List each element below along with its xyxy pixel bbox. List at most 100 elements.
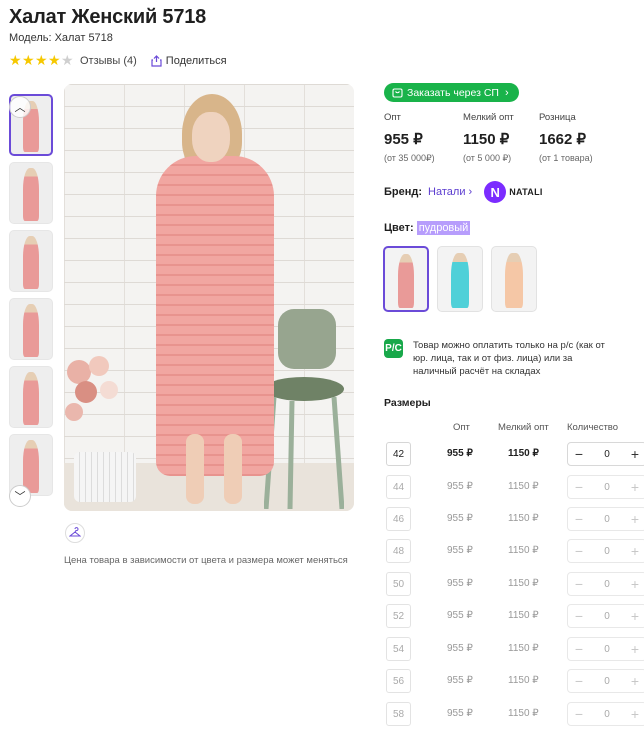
quantity-stepper[interactable]: −0 + <box>567 539 644 563</box>
plus-icon[interactable]: + <box>624 576 644 592</box>
size-row: 54 955 ₽ 1150 ₽ −0 + <box>386 637 644 661</box>
thumbnail[interactable] <box>9 298 53 360</box>
price-condition: (от 35 000₽) <box>384 153 435 163</box>
quantity-value[interactable]: 0 <box>590 514 624 525</box>
size-table-button[interactable] <box>65 523 85 543</box>
quantity-stepper[interactable]: −0 + <box>567 507 644 531</box>
brand-logo-text: NATALI <box>509 187 543 197</box>
size-row: 52 955 ₽ 1150 ₽ −0 + <box>386 604 644 628</box>
order-via-sp-label: Заказать через СП <box>407 86 499 99</box>
reviews-link[interactable]: Отзывы (4) <box>80 55 137 67</box>
thumbnails-up-button[interactable]: ︿ <box>9 96 31 118</box>
plus-icon[interactable]: + <box>624 673 644 689</box>
size-value: 54 <box>386 637 411 661</box>
chevron-up-icon: ︿ <box>14 102 26 114</box>
price-tiers: Опт 955 ₽ (от 35 000₽) Мелкий опт 1150 ₽… <box>384 112 619 164</box>
color-swatch[interactable] <box>491 246 537 312</box>
size-price-small-opt: 1150 ₽ <box>508 448 539 459</box>
brand-logo[interactable]: N <box>484 181 507 203</box>
size-price-opt: 955 ₽ <box>447 578 473 589</box>
price-label: Мелкий опт <box>463 112 514 123</box>
thumbnail[interactable] <box>9 366 53 428</box>
minus-icon[interactable]: − <box>568 608 590 624</box>
size-price-opt: 955 ₽ <box>447 708 473 719</box>
payment-text: Товар можно оплатить только на р/с (как … <box>413 340 605 377</box>
plus-icon[interactable]: + <box>624 641 644 657</box>
minus-icon[interactable]: − <box>568 641 590 657</box>
chevron-right-icon: › <box>504 86 509 99</box>
size-price-opt: 955 ₽ <box>447 675 473 686</box>
quantity-value[interactable]: 0 <box>590 482 624 493</box>
brand-link[interactable]: Натали › <box>428 186 472 198</box>
minus-icon[interactable]: − <box>568 706 590 722</box>
brand-label: Бренд: <box>384 186 423 198</box>
quantity-value[interactable]: 0 <box>590 644 624 655</box>
quantity-value[interactable]: 0 <box>590 676 624 687</box>
main-product-photo[interactable] <box>64 84 354 511</box>
star-icon: ★ <box>61 52 74 68</box>
quantity-value[interactable]: 0 <box>590 709 624 720</box>
thumbnails-down-button[interactable]: ﹀ <box>9 485 31 507</box>
thumbnail[interactable] <box>9 162 53 224</box>
rating-row: ★ ★ ★ ★ ★ Отзывы (4) Поделиться <box>9 52 227 68</box>
size-price-opt: 955 ₽ <box>447 513 473 524</box>
order-via-sp-button[interactable]: Заказать через СП › <box>384 83 519 102</box>
minus-icon[interactable]: − <box>568 511 590 527</box>
quantity-stepper[interactable]: −0 + <box>567 604 644 628</box>
quantity-value[interactable]: 0 <box>590 579 624 590</box>
size-value: 46 <box>386 507 411 531</box>
size-row: 58 955 ₽ 1150 ₽ −0 + <box>386 702 644 726</box>
size-price-opt: 955 ₽ <box>447 610 473 621</box>
size-price-small-opt: 1150 ₽ <box>508 513 539 524</box>
chevron-down-icon: ﹀ <box>14 491 26 503</box>
minus-icon[interactable]: − <box>568 479 590 495</box>
quantity-stepper[interactable]: −0 + <box>567 572 644 596</box>
quantity-value[interactable]: 0 <box>590 611 624 622</box>
price-label: Розница <box>539 112 576 123</box>
rating-stars: ★ ★ ★ ★ ★ <box>9 52 74 68</box>
quantity-stepper[interactable]: −0 + <box>567 442 644 466</box>
color-swatch[interactable] <box>437 246 483 312</box>
price-value: 955 ₽ <box>384 131 423 148</box>
quantity-stepper[interactable]: −0 + <box>567 669 644 693</box>
minus-icon[interactable]: − <box>568 446 590 462</box>
price-condition: (от 5 000 ₽) <box>463 153 512 163</box>
size-price-small-opt: 1150 ₽ <box>508 643 539 654</box>
color-swatch[interactable] <box>383 246 429 312</box>
sizes-title: Размеры <box>384 397 431 409</box>
color-row: Цвет: пудровый <box>384 221 471 235</box>
size-row: 56 955 ₽ 1150 ₽ −0 + <box>386 669 644 693</box>
plus-icon[interactable]: + <box>624 511 644 527</box>
color-swatches <box>383 246 545 312</box>
plus-icon[interactable]: + <box>624 543 644 559</box>
star-icon: ★ <box>9 52 22 68</box>
plus-icon[interactable]: + <box>624 608 644 624</box>
product-model: Модель: Халат 5718 <box>9 32 113 44</box>
size-price-small-opt: 1150 ₽ <box>508 610 539 621</box>
size-price-small-opt: 1150 ₽ <box>508 578 539 589</box>
quantity-value[interactable]: 0 <box>590 546 624 557</box>
size-row: 44 955 ₽ 1150 ₽ −0 + <box>386 475 644 499</box>
quantity-stepper[interactable]: −0 + <box>567 637 644 661</box>
star-icon: ★ <box>35 52 48 68</box>
hanger-icon <box>69 527 81 537</box>
star-icon: ★ <box>48 52 61 68</box>
star-icon: ★ <box>22 52 35 68</box>
minus-icon[interactable]: − <box>568 543 590 559</box>
quantity-stepper[interactable]: −0 + <box>567 702 644 726</box>
plus-icon[interactable]: + <box>624 446 644 462</box>
minus-icon[interactable]: − <box>568 576 590 592</box>
price-note: Цена товара в зависимости от цвета и раз… <box>64 555 348 566</box>
thumbnail[interactable] <box>9 230 53 292</box>
size-row: 48 955 ₽ 1150 ₽ −0 + <box>386 539 644 563</box>
share-icon <box>151 54 162 67</box>
plus-icon[interactable]: + <box>624 479 644 495</box>
share-label: Поделиться <box>165 54 227 67</box>
quantity-value[interactable]: 0 <box>590 449 624 460</box>
plus-icon[interactable]: + <box>624 706 644 722</box>
size-price-opt: 955 ₽ <box>447 545 473 556</box>
share-button[interactable]: Поделиться <box>151 55 227 67</box>
minus-icon[interactable]: − <box>568 673 590 689</box>
size-row: 42 955 ₽ 1150 ₽ −0 + <box>386 442 644 466</box>
quantity-stepper[interactable]: −0 + <box>567 475 644 499</box>
